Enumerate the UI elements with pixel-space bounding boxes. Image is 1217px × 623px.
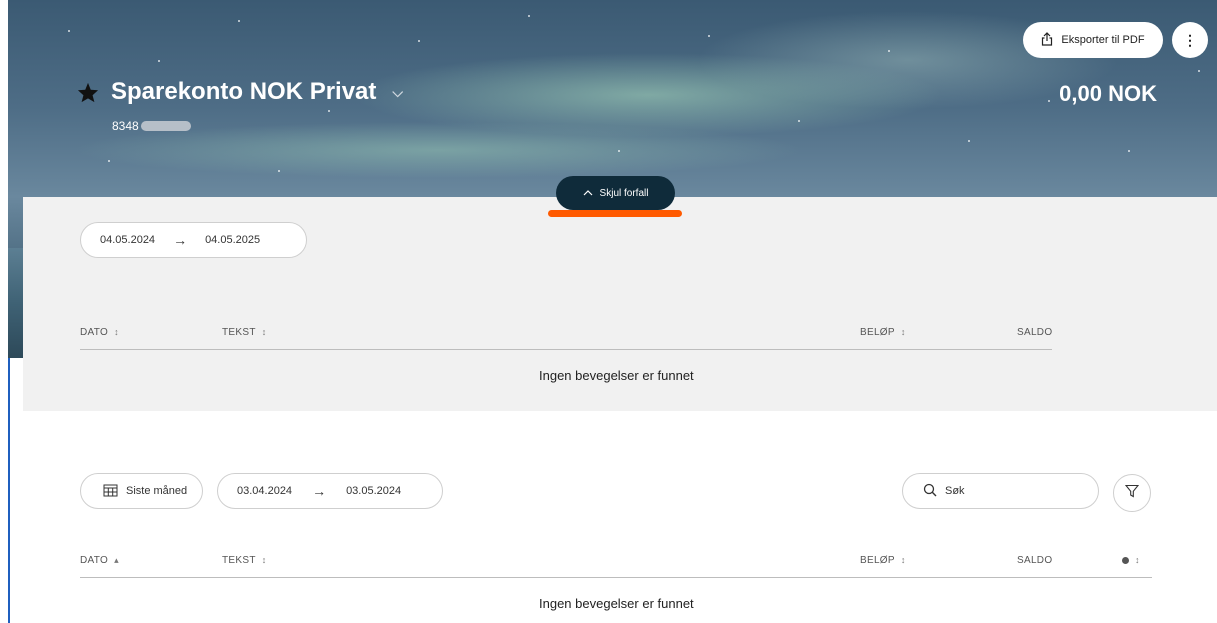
upcoming-col-balance: SALDO xyxy=(1017,327,1053,338)
transactions-header-divider xyxy=(80,577,1152,578)
star-icon[interactable] xyxy=(77,82,99,103)
transactions-col-balance: SALDO xyxy=(1017,555,1053,566)
transactions-date-range[interactable]: 03.04.2024 → 03.05.2024 xyxy=(217,473,443,509)
transactions-date-to: 03.05.2024 xyxy=(346,485,402,497)
transactions-empty-message: Ingen bevegelser er funnet xyxy=(539,596,694,611)
arrow-right-icon: → xyxy=(173,232,188,248)
account-title[interactable]: Sparekonto NOK Privat ⌵ xyxy=(77,78,403,106)
upcoming-date-from: 04.05.2024 xyxy=(100,234,156,246)
upcoming-col-amount[interactable]: BELØP ↕ xyxy=(860,327,906,338)
hide-upcoming-button[interactable]: Skjul forfall xyxy=(556,176,675,210)
upcoming-header-divider xyxy=(80,349,1052,350)
calendar-icon xyxy=(103,483,118,500)
period-select-button[interactable]: Siste måned xyxy=(80,473,203,509)
search-input[interactable]: Søk xyxy=(902,473,1099,509)
sort-icon: ↕ xyxy=(1135,555,1140,565)
more-options-button[interactable]: ⋮ xyxy=(1172,22,1208,58)
upcoming-col-date[interactable]: DATO ↕ xyxy=(80,327,119,338)
export-pdf-label: Eksporter til PDF xyxy=(1061,34,1145,46)
account-number-masked xyxy=(140,121,191,131)
account-balance: 0,00 NOK xyxy=(1059,81,1157,106)
sort-icon: ▴ xyxy=(114,555,119,565)
transactions-col-text[interactable]: TEKST ↕ xyxy=(222,555,267,566)
highlight-underline xyxy=(548,210,682,217)
share-export-icon xyxy=(1041,31,1053,49)
upcoming-date-range[interactable]: 04.05.2024 → 04.05.2025 xyxy=(80,222,307,258)
sort-icon: ↕ xyxy=(900,555,906,565)
upcoming-date-to: 04.05.2025 xyxy=(205,234,261,246)
transactions-date-from: 03.04.2024 xyxy=(237,485,293,497)
transactions-col-status[interactable]: ↕ xyxy=(1122,555,1140,566)
chevron-up-icon xyxy=(583,188,593,199)
filter-icon xyxy=(1124,484,1140,503)
transactions-col-date[interactable]: DATO ▴ xyxy=(80,555,119,566)
account-number: 8348 xyxy=(112,119,191,133)
sort-icon: ↕ xyxy=(114,327,119,337)
sort-icon: ↕ xyxy=(261,327,267,337)
search-placeholder: Søk xyxy=(945,485,965,497)
status-dot-icon xyxy=(1122,556,1129,564)
search-icon xyxy=(923,483,937,500)
account-number-prefix: 8348 xyxy=(112,119,139,133)
arrow-right-icon: → xyxy=(312,483,327,499)
sort-icon: ↕ xyxy=(261,555,267,565)
upcoming-col-text[interactable]: TEKST ↕ xyxy=(222,327,267,338)
export-pdf-button[interactable]: Eksporter til PDF xyxy=(1023,22,1163,58)
filter-button[interactable] xyxy=(1113,474,1151,512)
period-label: Siste måned xyxy=(126,485,188,497)
chevron-down-icon[interactable]: ⌵ xyxy=(392,84,403,101)
hide-upcoming-label: Skjul forfall xyxy=(599,187,649,199)
upcoming-empty-message: Ingen bevegelser er funnet xyxy=(539,368,694,383)
more-vertical-icon: ⋮ xyxy=(1183,31,1197,48)
sort-icon: ↕ xyxy=(900,327,906,337)
transactions-col-amount[interactable]: BELØP ↕ xyxy=(860,555,906,566)
account-name: Sparekonto NOK Privat xyxy=(111,78,377,105)
